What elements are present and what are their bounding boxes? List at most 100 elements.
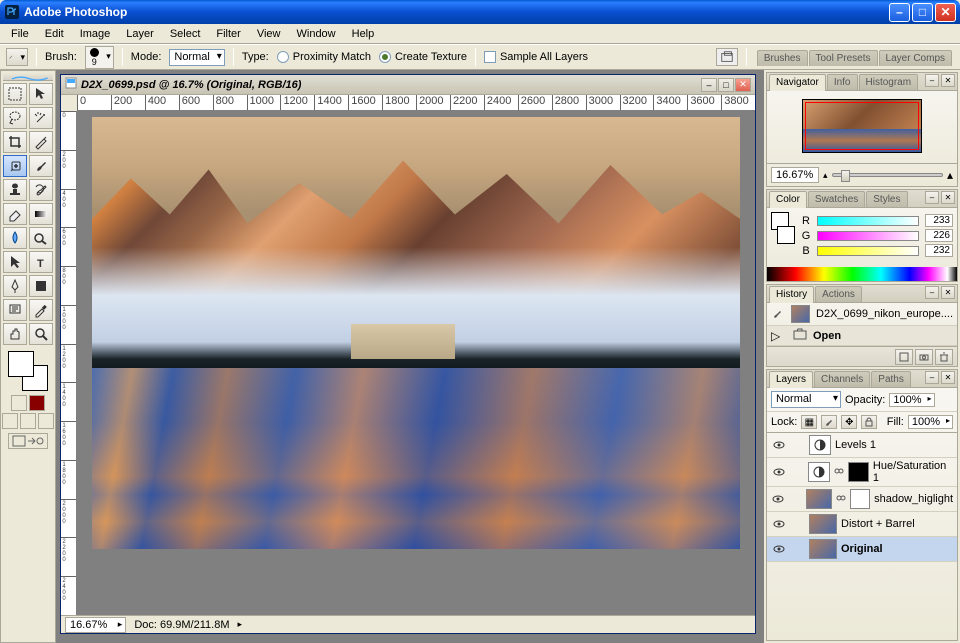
zoom-in-icon[interactable]: ▴ bbox=[947, 168, 953, 182]
r-value[interactable]: 233 bbox=[925, 214, 953, 227]
history-brush-tool[interactable] bbox=[29, 179, 53, 201]
well-tab-tool-presets[interactable]: Tool Presets bbox=[809, 50, 878, 66]
r-slider[interactable] bbox=[817, 216, 919, 226]
tab-color[interactable]: Color bbox=[769, 191, 807, 208]
radio-proximity[interactable]: Proximity Match bbox=[277, 51, 371, 63]
foreground-color[interactable] bbox=[8, 351, 34, 377]
doc-maximize-button[interactable]: □ bbox=[718, 78, 734, 92]
menu-layer[interactable]: Layer bbox=[119, 26, 161, 42]
marquee-tool[interactable] bbox=[3, 83, 27, 105]
tool-preset-picker[interactable] bbox=[6, 48, 28, 66]
tab-styles[interactable]: Styles bbox=[866, 191, 907, 207]
type-tool[interactable]: T bbox=[29, 251, 53, 273]
color-swatches[interactable] bbox=[8, 351, 48, 391]
doc-close-button[interactable]: ✕ bbox=[735, 78, 751, 92]
menu-file[interactable]: File bbox=[4, 26, 36, 42]
healing-brush-tool[interactable] bbox=[3, 155, 27, 177]
lock-position[interactable]: ✥ bbox=[841, 415, 857, 429]
brush-tool[interactable] bbox=[29, 155, 53, 177]
tab-navigator[interactable]: Navigator bbox=[769, 74, 826, 91]
g-value[interactable]: 226 bbox=[925, 229, 953, 242]
zoom-tool[interactable] bbox=[29, 323, 53, 345]
document-canvas[interactable] bbox=[77, 111, 755, 615]
stamp-tool[interactable] bbox=[3, 179, 27, 201]
blend-mode-select[interactable]: Normal bbox=[771, 391, 841, 408]
b-slider[interactable] bbox=[817, 246, 919, 256]
crop-tool[interactable] bbox=[3, 131, 27, 153]
lock-all[interactable] bbox=[861, 415, 877, 429]
brush-picker[interactable]: 9 ▾ bbox=[85, 46, 114, 69]
tab-paths[interactable]: Paths bbox=[871, 371, 911, 387]
maximize-button[interactable]: □ bbox=[912, 3, 933, 22]
delete-state[interactable] bbox=[935, 349, 953, 365]
minimize-button[interactable]: – bbox=[889, 3, 910, 22]
menu-edit[interactable]: Edit bbox=[38, 26, 71, 42]
layer-row[interactable]: Hue/Saturation 1 bbox=[767, 458, 957, 487]
lasso-tool[interactable] bbox=[3, 107, 27, 129]
radio-create-texture[interactable]: Create Texture bbox=[379, 51, 467, 63]
eyedropper-tool[interactable] bbox=[29, 299, 53, 321]
slice-tool[interactable] bbox=[29, 131, 53, 153]
mode-select[interactable]: Normal bbox=[169, 49, 224, 66]
well-tab-layer-comps[interactable]: Layer Comps bbox=[879, 50, 952, 66]
pen-tool[interactable] bbox=[3, 275, 27, 297]
blur-tool[interactable] bbox=[3, 227, 27, 249]
panel-minimize[interactable]: – bbox=[925, 74, 939, 87]
g-slider[interactable] bbox=[817, 231, 919, 241]
panel-close[interactable]: ✕ bbox=[941, 191, 955, 204]
visibility-icon[interactable] bbox=[771, 541, 787, 557]
checkbox-sample-all-layers[interactable]: Sample All Layers bbox=[484, 51, 588, 63]
layer-row[interactable]: Original bbox=[767, 537, 957, 562]
history-snapshot[interactable]: D2X_0699_nikon_europe.... bbox=[767, 303, 957, 326]
eraser-tool[interactable] bbox=[3, 203, 27, 225]
move-tool[interactable] bbox=[29, 83, 53, 105]
notes-tool[interactable] bbox=[3, 299, 27, 321]
menu-window[interactable]: Window bbox=[290, 26, 343, 42]
menu-image[interactable]: Image bbox=[73, 26, 118, 42]
wand-tool[interactable] bbox=[29, 107, 53, 129]
panel-close[interactable]: ✕ bbox=[941, 286, 955, 299]
quickmask-mask[interactable] bbox=[29, 395, 45, 411]
visibility-icon[interactable] bbox=[771, 491, 786, 507]
panel-close[interactable]: ✕ bbox=[941, 371, 955, 384]
opacity-field[interactable]: 100%▸ bbox=[889, 393, 934, 407]
b-value[interactable]: 232 bbox=[925, 244, 953, 257]
gradient-tool[interactable] bbox=[29, 203, 53, 225]
hand-tool[interactable] bbox=[3, 323, 27, 345]
tab-histogram[interactable]: Histogram bbox=[859, 74, 919, 90]
screen-mode-1[interactable] bbox=[2, 413, 18, 429]
tab-layers[interactable]: Layers bbox=[769, 371, 813, 388]
layer-row[interactable]: Distort + Barrel bbox=[767, 512, 957, 537]
new-doc-from-state[interactable] bbox=[895, 349, 913, 365]
fill-field[interactable]: 100%▸ bbox=[908, 415, 953, 429]
panel-minimize[interactable]: – bbox=[925, 371, 939, 384]
path-select-tool[interactable] bbox=[3, 251, 27, 273]
close-button[interactable]: ✕ bbox=[935, 3, 956, 22]
shape-tool[interactable] bbox=[29, 275, 53, 297]
panel-minimize[interactable]: – bbox=[925, 191, 939, 204]
jump-to-imageready[interactable] bbox=[8, 433, 48, 449]
menu-filter[interactable]: Filter bbox=[209, 26, 247, 42]
navigator-zoom-field[interactable]: 16.67% bbox=[771, 167, 819, 183]
menu-view[interactable]: View bbox=[250, 26, 288, 42]
dodge-tool[interactable] bbox=[29, 227, 53, 249]
color-spectrum[interactable] bbox=[767, 267, 957, 281]
tab-channels[interactable]: Channels bbox=[814, 371, 870, 387]
visibility-icon[interactable] bbox=[771, 464, 787, 480]
layer-row[interactable]: shadow_higlight bbox=[767, 487, 957, 512]
screen-mode-3[interactable] bbox=[38, 413, 54, 429]
doc-minimize-button[interactable]: – bbox=[701, 78, 717, 92]
visibility-icon[interactable] bbox=[771, 437, 787, 453]
menu-help[interactable]: Help bbox=[345, 26, 382, 42]
history-state[interactable]: ▷ Open bbox=[767, 326, 957, 346]
zoom-field[interactable]: 16.67% bbox=[65, 617, 126, 633]
tab-swatches[interactable]: Swatches bbox=[808, 191, 865, 207]
tab-actions[interactable]: Actions bbox=[815, 286, 862, 302]
tab-info[interactable]: Info bbox=[827, 74, 858, 90]
screen-mode-2[interactable] bbox=[20, 413, 36, 429]
lock-pixels[interactable] bbox=[821, 415, 837, 429]
zoom-out-icon[interactable]: ▴ bbox=[823, 170, 828, 181]
color-bg[interactable] bbox=[777, 226, 795, 244]
zoom-slider[interactable] bbox=[832, 173, 943, 177]
panel-close[interactable]: ✕ bbox=[941, 74, 955, 87]
